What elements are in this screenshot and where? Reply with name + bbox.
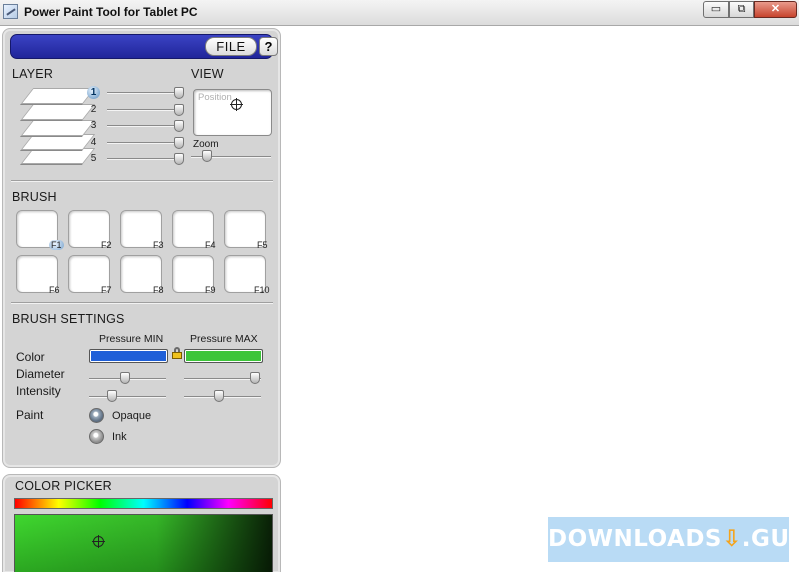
opaque-label: Opaque <box>112 410 152 422</box>
brush-shortcut-label: F6 <box>49 285 60 295</box>
view-section-title: VIEW <box>191 67 224 81</box>
layer-number[interactable]: 1 <box>87 86 100 99</box>
window-title: Power Paint Tool for Tablet PC <box>24 5 198 19</box>
layer-row[interactable]: 1 <box>85 86 185 100</box>
layer-opacity-slider-track[interactable] <box>107 108 179 111</box>
layer-opacity-slider-track[interactable] <box>107 141 179 144</box>
intensity-min-slider-track[interactable] <box>89 396 166 398</box>
brush-shortcut-label: F8 <box>153 285 164 295</box>
brush-shortcut-label: F1 <box>49 240 64 250</box>
color-label: Color <box>16 350 45 364</box>
ink-radio[interactable] <box>89 429 104 444</box>
intensity-max-slider-thumb[interactable] <box>213 390 224 402</box>
layer-opacity-slider-track[interactable] <box>107 125 179 127</box>
layer-row[interactable]: 4 <box>85 136 185 150</box>
header-bar: FILE ? <box>10 34 278 59</box>
brush-shortcut-label: F7 <box>101 285 112 295</box>
watermark-suffix: .GURU <box>741 526 799 552</box>
help-button[interactable]: ? <box>259 37 278 56</box>
file-button[interactable]: FILE <box>205 37 257 56</box>
layer-opacity-slider-thumb[interactable] <box>174 120 184 132</box>
paint-label: Paint <box>16 408 44 422</box>
hue-bar[interactable] <box>14 498 273 509</box>
color-picker-panel: COLOR PICKER <box>2 474 281 572</box>
layer-opacity-slider-track[interactable] <box>107 158 179 160</box>
layer-number[interactable]: 3 <box>87 119 100 132</box>
drawing-canvas[interactable] <box>283 27 799 572</box>
layer-opacity-slider-thumb[interactable] <box>174 103 184 116</box>
diameter-max-slider-thumb[interactable] <box>249 372 260 384</box>
layer-opacity-slider-thumb[interactable] <box>174 87 184 99</box>
lock-icon[interactable] <box>172 347 182 359</box>
zoom-label: Zoom <box>193 139 219 150</box>
brush-shortcut-label: F3 <box>153 240 164 250</box>
app-icon <box>3 4 18 19</box>
layer-number[interactable]: 5 <box>87 152 100 165</box>
zoom-slider-thumb[interactable] <box>202 150 212 162</box>
layer-row[interactable]: 3 <box>85 119 185 133</box>
brush-shortcut-label: F2 <box>101 240 112 250</box>
diameter-label: Diameter <box>16 367 65 381</box>
brush-shortcut-label: F5 <box>257 240 268 250</box>
layer-stack-icon <box>15 86 96 172</box>
layer-number[interactable]: 2 <box>87 103 100 116</box>
layer-section-title: LAYER <box>12 67 54 81</box>
opaque-radio[interactable] <box>89 408 104 423</box>
maximize-button[interactable]: ⧉ <box>729 1 754 18</box>
lock-body <box>172 352 182 359</box>
color-field[interactable] <box>14 514 273 572</box>
diameter-min-slider-thumb[interactable] <box>120 372 131 384</box>
intensity-min-slider-thumb[interactable] <box>107 390 118 402</box>
pressure-max-color-swatch[interactable] <box>184 349 263 363</box>
layer-opacity-slider-thumb[interactable] <box>174 153 184 165</box>
watermark: DOWNLOADS⇩.GURU <box>548 517 799 562</box>
layer-number[interactable]: 4 <box>87 136 100 149</box>
download-arrow-icon: ⇩ <box>722 526 742 552</box>
brush-settings-title: BRUSH SETTINGS <box>12 312 125 326</box>
brush-shortcut-label: F10 <box>254 285 270 295</box>
watermark-text: DOWNLOADS <box>548 526 722 552</box>
layer-row[interactable]: 5 <box>85 152 185 166</box>
ink-label: Ink <box>112 431 127 443</box>
position-crosshair-icon[interactable] <box>230 98 243 111</box>
brush-shortcut-label: F4 <box>205 240 216 250</box>
brush-shortcut-label: F9 <box>205 285 216 295</box>
position-label: Position <box>198 92 232 103</box>
view-navigator[interactable]: Position <box>193 89 272 136</box>
brush-section-title: BRUSH <box>12 190 57 204</box>
color-crosshair-icon[interactable] <box>92 535 105 548</box>
pressure-min-color-swatch[interactable] <box>89 349 168 363</box>
intensity-label: Intensity <box>16 384 61 398</box>
close-button[interactable]: ✕ <box>754 1 797 18</box>
tool-panel: FILE ? LAYER 1 2 3 4 5 VIEW Position Zoom BR… <box>2 28 281 468</box>
divider <box>11 180 273 182</box>
layer-opacity-slider-thumb[interactable] <box>174 136 184 149</box>
divider <box>11 302 273 304</box>
color-picker-title: COLOR PICKER <box>15 479 112 493</box>
layer-opacity-slider-track[interactable] <box>107 92 179 94</box>
layer-row[interactable]: 2 <box>85 103 185 117</box>
pressure-max-label: Pressure MAX <box>190 333 258 345</box>
title-bar: Power Paint Tool for Tablet PC ▭ ⧉ ✕ <box>0 0 799 26</box>
pressure-min-label: Pressure MIN <box>99 333 164 345</box>
minimize-button[interactable]: ▭ <box>703 1 729 18</box>
